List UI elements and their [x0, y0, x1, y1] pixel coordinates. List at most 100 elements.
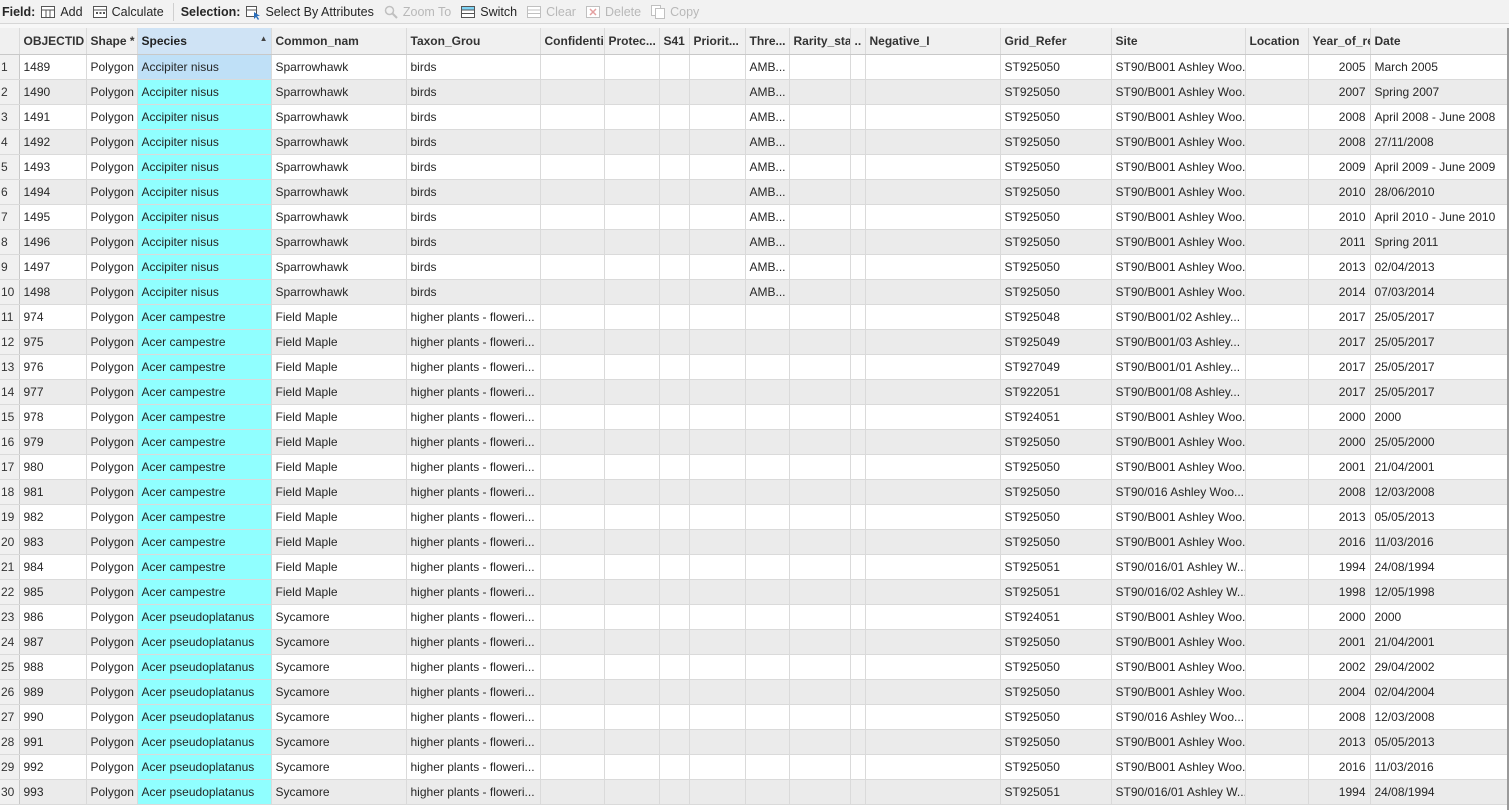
table-cell[interactable]: Acer pseudoplatanus — [137, 604, 272, 630]
table-cell[interactable]: higher plants - floweri... — [406, 529, 541, 555]
table-cell[interactable]: 977 — [19, 379, 87, 405]
table-cell[interactable]: 2017 — [1308, 354, 1371, 380]
table-cell[interactable]: birds — [406, 254, 541, 280]
table-cell[interactable] — [604, 379, 660, 405]
table-cell[interactable]: Sparrowhawk — [271, 279, 407, 305]
table-cell[interactable] — [659, 729, 690, 755]
table-cell[interactable] — [689, 429, 746, 455]
table-row[interactable]: 25 988 Polygon Acer pseudoplatanus Sycamore h… — [0, 654, 1508, 680]
table-cell[interactable] — [604, 704, 660, 730]
table-cell[interactable] — [865, 679, 1001, 705]
table-cell[interactable]: ST90/016 Ashley Woo... — [1111, 704, 1246, 730]
table-cell[interactable] — [745, 404, 790, 430]
table-cell[interactable]: 2000 — [1370, 404, 1508, 430]
table-row[interactable]: 8 1496 Polygon Accipiter nisus Sparrowhawk bi… — [0, 229, 1508, 255]
table-cell[interactable] — [850, 254, 866, 280]
table-cell[interactable] — [865, 229, 1001, 255]
table-row[interactable]: 29 992 Polygon Acer pseudoplatanus Sycamore h… — [0, 754, 1508, 780]
table-cell[interactable]: 2000 — [1308, 604, 1371, 630]
table-row[interactable]: 20 983 Polygon Acer campestre Field Maple hig… — [0, 529, 1508, 555]
table-cell[interactable] — [1245, 579, 1309, 605]
table-cell[interactable]: ST90/B001 Ashley Woo... — [1111, 179, 1246, 205]
table-cell[interactable]: birds — [406, 229, 541, 255]
table-cell[interactable] — [604, 304, 660, 330]
table-cell[interactable]: Acer campestre — [137, 329, 272, 355]
table-cell[interactable] — [789, 729, 851, 755]
row-number[interactable]: 29 — [0, 754, 20, 780]
table-cell[interactable]: Spring 2011 — [1370, 229, 1508, 255]
table-cell[interactable] — [865, 54, 1001, 80]
table-cell[interactable] — [865, 704, 1001, 730]
table-cell[interactable]: Polygon — [86, 54, 138, 80]
table-cell[interactable]: ST90/016 Ashley Woo... — [1111, 479, 1246, 505]
row-number[interactable]: 23 — [0, 604, 20, 630]
table-cell[interactable]: 28/06/2010 — [1370, 179, 1508, 205]
table-cell[interactable]: Polygon — [86, 254, 138, 280]
table-cell[interactable] — [865, 104, 1001, 130]
table-cell[interactable] — [865, 454, 1001, 480]
table-cell[interactable]: 24/08/1994 — [1370, 779, 1508, 805]
table-cell[interactable]: higher plants - floweri... — [406, 479, 541, 505]
table-cell[interactable]: ST925050 — [1000, 529, 1112, 555]
table-cell[interactable] — [659, 754, 690, 780]
table-cell[interactable]: Field Maple — [271, 504, 407, 530]
table-cell[interactable]: AMB... — [745, 129, 790, 155]
table-cell[interactable] — [540, 279, 605, 305]
table-cell[interactable]: 24/08/1994 — [1370, 554, 1508, 580]
table-cell[interactable]: 2008 — [1308, 704, 1371, 730]
table-cell[interactable] — [789, 604, 851, 630]
table-cell[interactable] — [540, 154, 605, 180]
column-header-site[interactable]: Site — [1111, 28, 1246, 55]
table-row[interactable]: 7 1495 Polygon Accipiter nisus Sparrowhawk bi… — [0, 204, 1508, 230]
table-cell[interactable]: 27/11/2008 — [1370, 129, 1508, 155]
table-cell[interactable] — [659, 254, 690, 280]
table-cell[interactable] — [789, 654, 851, 680]
table-cell[interactable]: 1491 — [19, 104, 87, 130]
table-cell[interactable] — [789, 154, 851, 180]
table-cell[interactable]: Polygon — [86, 204, 138, 230]
table-cell[interactable] — [850, 104, 866, 130]
table-cell[interactable] — [659, 604, 690, 630]
table-cell[interactable] — [604, 604, 660, 630]
table-cell[interactable] — [1245, 229, 1309, 255]
row-number[interactable]: 18 — [0, 479, 20, 505]
table-cell[interactable]: 1998 — [1308, 579, 1371, 605]
table-cell[interactable]: 2009 — [1308, 154, 1371, 180]
table-cell[interactable]: 990 — [19, 704, 87, 730]
column-header-objectid[interactable]: OBJECTID * — [19, 28, 87, 55]
table-cell[interactable]: Acer pseudoplatanus — [137, 679, 272, 705]
table-cell[interactable]: ST90/B001 Ashley Woo... — [1111, 204, 1246, 230]
row-number[interactable]: 8 — [0, 229, 20, 255]
table-cell[interactable] — [1245, 554, 1309, 580]
table-cell[interactable]: Field Maple — [271, 304, 407, 330]
table-cell[interactable]: 2000 — [1308, 404, 1371, 430]
table-cell[interactable] — [540, 629, 605, 655]
table-cell[interactable]: 1492 — [19, 129, 87, 155]
table-cell[interactable] — [789, 454, 851, 480]
table-cell[interactable] — [850, 454, 866, 480]
table-cell[interactable]: AMB... — [745, 79, 790, 105]
table-cell[interactable] — [540, 354, 605, 380]
table-cell[interactable]: Accipiter nisus — [137, 179, 272, 205]
table-cell[interactable] — [659, 579, 690, 605]
table-cell[interactable]: AMB... — [745, 104, 790, 130]
table-cell[interactable] — [850, 54, 866, 80]
table-cell[interactable] — [789, 254, 851, 280]
table-cell[interactable]: ST924051 — [1000, 404, 1112, 430]
table-cell[interactable]: birds — [406, 204, 541, 230]
table-cell[interactable]: Polygon — [86, 79, 138, 105]
table-cell[interactable]: Polygon — [86, 104, 138, 130]
table-cell[interactable] — [789, 279, 851, 305]
table-cell[interactable] — [789, 704, 851, 730]
table-cell[interactable] — [789, 754, 851, 780]
table-row[interactable]: 28 991 Polygon Acer pseudoplatanus Sycamore h… — [0, 729, 1508, 755]
table-cell[interactable] — [689, 179, 746, 205]
table-cell[interactable]: 2005 — [1308, 54, 1371, 80]
table-cell[interactable]: 2017 — [1308, 304, 1371, 330]
table-cell[interactable]: Sycamore — [271, 629, 407, 655]
row-number[interactable]: 4 — [0, 129, 20, 155]
row-number[interactable]: 2 — [0, 79, 20, 105]
table-cell[interactable] — [850, 579, 866, 605]
table-cell[interactable] — [689, 529, 746, 555]
row-number[interactable]: 6 — [0, 179, 20, 205]
